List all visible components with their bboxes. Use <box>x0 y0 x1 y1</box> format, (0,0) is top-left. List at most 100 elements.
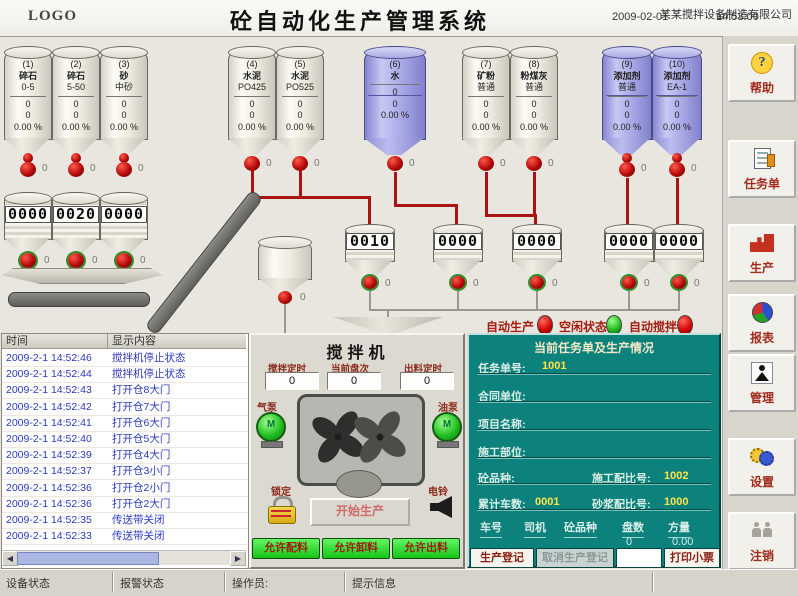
silo-material-name: 水 <box>365 71 425 83</box>
hopper-valve[interactable] <box>451 276 465 289</box>
hopper-valve[interactable] <box>530 276 544 289</box>
allow-button-2[interactable]: 允许卸料 <box>322 538 390 559</box>
receiving-hopper-valve[interactable] <box>278 291 292 304</box>
cancel-register-button[interactable]: 取消生产登记 <box>536 548 614 568</box>
discharge-line <box>536 291 538 311</box>
mixer-blades <box>300 400 416 474</box>
silo-number: (8) <box>511 59 557 71</box>
log-content: 搅拌机停止状态 <box>112 350 186 366</box>
silo-valve[interactable] <box>244 156 260 171</box>
receiving-hopper <box>258 236 312 280</box>
hopper-valve[interactable] <box>68 253 84 268</box>
log-col-content: 显示内容 <box>108 334 246 349</box>
sidebar-button-help[interactable]: ?帮助 <box>728 44 796 102</box>
register-input[interactable] <box>616 548 662 568</box>
sidebar-button-task[interactable]: 任务单 <box>728 140 796 198</box>
hopper-valve[interactable] <box>116 253 132 268</box>
log-row[interactable]: 2009-2-1 14:52:41打开仓6大门 <box>2 415 248 432</box>
pie-chart-icon <box>752 302 773 323</box>
hopper-top-ellipse <box>52 192 100 205</box>
sidebar-button-production[interactable]: 生产 <box>728 224 796 282</box>
silo-percent: 0.00 % <box>511 122 557 134</box>
manage-icon-wrap <box>750 362 774 384</box>
log-row[interactable]: 2009-2-1 14:52:46搅拌机停止状态 <box>2 350 248 367</box>
sidebar-button-manage[interactable]: 管理 <box>728 354 796 412</box>
log-scrollbar[interactable]: ◀ ▶ <box>2 550 246 565</box>
silo-(10): (10)添加剂EA-1000.00 % <box>652 46 702 140</box>
log-row[interactable]: 2009-2-1 14:52:36打开仓2大门 <box>2 496 248 513</box>
log-row[interactable]: 2009-2-1 14:52:39打开仓4大门 <box>2 447 248 464</box>
sidebar-button-report[interactable]: 报表 <box>728 294 796 352</box>
log-time: 2009-2-1 14:52:42 <box>6 399 92 415</box>
silo-valve[interactable] <box>68 162 84 177</box>
log-content: 搅拌机停止状态 <box>112 366 186 382</box>
lock-stripe <box>271 515 291 517</box>
silo-valve[interactable] <box>526 156 542 171</box>
silo-material-name: 碎石 <box>5 71 51 83</box>
production-icon-wrap <box>750 232 774 254</box>
silo-material-name: 粉煤灰 <box>511 71 557 83</box>
red-status-lamp <box>537 315 553 335</box>
lock-stripe <box>271 510 291 512</box>
log-row[interactable]: 2009-2-1 14:52:36打开仓2小门 <box>2 480 248 497</box>
silo-top-ellipse <box>462 46 510 59</box>
silo-(7): (7)矿粉普通000.00 % <box>462 46 510 140</box>
scroll-right-icon[interactable]: ▶ <box>230 551 246 566</box>
liquid-level-line <box>368 95 422 96</box>
silo-valve[interactable] <box>116 162 132 177</box>
weigh-hopper-display: 0000 <box>605 233 653 250</box>
silo-value-2: 0 <box>511 110 557 122</box>
hopper-valve[interactable] <box>20 253 36 268</box>
silo-number: (9) <box>603 59 651 71</box>
hopper-valve[interactable] <box>622 276 636 289</box>
start-production-button[interactable]: 开始生产 <box>310 498 410 526</box>
silo-value-1: 0 <box>463 99 509 111</box>
scroll-left-icon[interactable]: ◀ <box>2 551 18 566</box>
log-row[interactable]: 2009-2-1 14:52:37打开仓3小门 <box>2 463 248 480</box>
discharge-line <box>284 304 286 333</box>
log-col-time: 时间 <box>2 334 108 349</box>
hopper-valve-value: 0 <box>140 255 146 266</box>
receiving-hopper-valve-value: 0 <box>300 292 306 303</box>
silo-valve[interactable] <box>292 156 308 171</box>
log-row[interactable]: 2009-2-1 14:52:44搅拌机停止状态 <box>2 366 248 383</box>
silo-grade: PO425 <box>229 82 275 94</box>
silo-valve[interactable] <box>387 156 403 171</box>
silo-material-name: 砂 <box>101 71 147 83</box>
print-ticket-button[interactable]: 打印小票 <box>664 548 720 568</box>
log-row[interactable]: 2009-2-1 14:52:42打开仓7大门 <box>2 399 248 416</box>
silo-value-2: 0 <box>603 110 651 122</box>
log-time: 2009-2-1 14:52:37 <box>6 463 92 479</box>
hopper-valve[interactable] <box>672 276 686 289</box>
allow-button-1[interactable]: 允许配料 <box>252 538 320 559</box>
log-row[interactable]: 2009-2-1 14:52:40打开仓5大门 <box>2 431 248 448</box>
silo-top-ellipse <box>100 46 148 59</box>
hopper-top-ellipse <box>100 192 148 205</box>
allow-button-3[interactable]: 允许出料 <box>392 538 460 559</box>
sidebar-button-settings[interactable]: 设置 <box>728 438 796 496</box>
silo-material-name: 水泥 <box>229 71 275 83</box>
log-time: 2009-2-1 14:52:36 <box>6 496 92 512</box>
silo-valve-value: 0 <box>691 163 697 174</box>
task-field-underline <box>477 484 711 485</box>
log-row[interactable]: 2009-2-1 14:52:33传送带关闭 <box>2 528 248 545</box>
silo-info: (10)添加剂EA-1000.00 % <box>653 59 701 133</box>
scrollbar-thumb[interactable] <box>17 552 159 565</box>
log-row[interactable]: 2009-2-1 14:52:43打开仓8大门 <box>2 382 248 399</box>
silo-divider <box>106 96 142 97</box>
statusbar-item: 设备状态 <box>6 575 50 591</box>
hopper-top-ellipse <box>258 236 312 249</box>
silo-valve[interactable] <box>619 162 635 177</box>
log-content: 传送带关闭 <box>112 512 165 528</box>
sidebar-button-logout[interactable]: 注销 <box>728 512 796 570</box>
air-pump-indicator: M <box>256 412 286 442</box>
silo-valve-value: 0 <box>90 163 96 174</box>
log-row[interactable]: 2009-2-1 14:52:35传送带关闭 <box>2 512 248 529</box>
hopper-valve[interactable] <box>363 276 377 289</box>
silo-valve[interactable] <box>20 162 36 177</box>
production-register-button[interactable]: 生产登记 <box>470 548 534 568</box>
silo-(1): (1)碎石0-5000.00 % <box>4 46 52 140</box>
silo-valve[interactable] <box>478 156 494 171</box>
silo-divider <box>516 96 552 97</box>
silo-valve[interactable] <box>669 162 685 177</box>
